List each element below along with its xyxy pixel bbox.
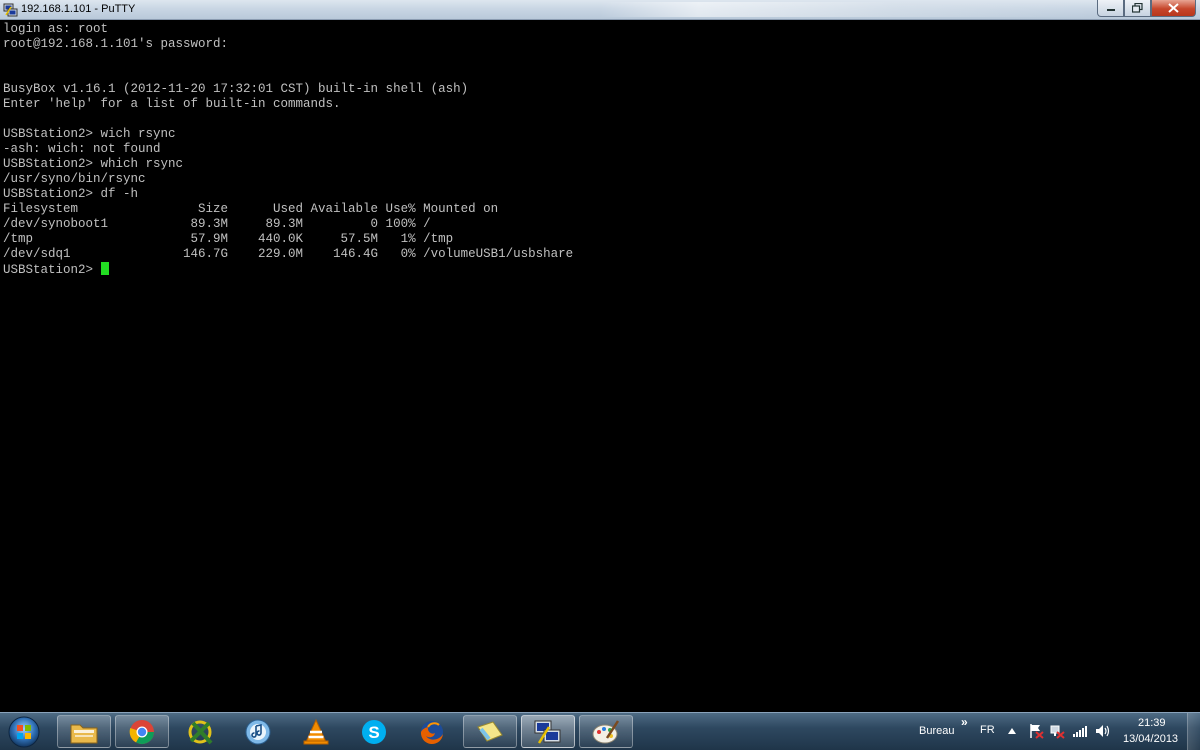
- clock-time[interactable]: 21:39: [1138, 717, 1166, 729]
- maximize-button[interactable]: [1124, 0, 1151, 17]
- volume-icon[interactable]: [1094, 723, 1110, 739]
- taskbar-paint[interactable]: [579, 715, 633, 748]
- taskbar-chrome[interactable]: [115, 715, 169, 748]
- chrome-icon: [129, 719, 154, 744]
- close-icon: [1168, 3, 1179, 13]
- show-desktop-button[interactable]: [1187, 713, 1200, 750]
- toolbar-chevron[interactable]: »: [961, 715, 968, 729]
- terminal-line: login as: root: [3, 22, 109, 36]
- window-title-bar[interactable]: 192.168.1.101 - PuTTY: [0, 0, 1200, 20]
- terminal-line: /dev/synoboot1 89.3M 89.3M 0 100% /: [3, 217, 431, 231]
- taskbar-app-x[interactable]: [173, 715, 227, 748]
- start-button[interactable]: [4, 715, 44, 748]
- tray-expand-icon[interactable]: [1008, 728, 1016, 734]
- taskbar: S Bureau » FR 21:39 13/04/2013: [0, 712, 1200, 750]
- notes-icon: [477, 720, 503, 742]
- putty-icon[interactable]: [3, 2, 18, 17]
- close-button[interactable]: [1151, 0, 1196, 17]
- window-title: 192.168.1.101 - PuTTY: [21, 3, 136, 15]
- minimize-icon: [1106, 9, 1115, 11]
- firefox-icon: [420, 720, 443, 744]
- terminal-prompt: USBStation2>: [3, 263, 101, 277]
- terminal-line: /tmp 57.9M 440.0K 57.5M 1% /tmp: [3, 232, 454, 246]
- folder-icon: [70, 724, 98, 743]
- language-indicator[interactable]: FR: [980, 724, 995, 736]
- terminal-output: login as: root root@192.168.1.101's pass…: [0, 20, 1190, 278]
- svg-text:S: S: [368, 723, 379, 742]
- action-center-icon[interactable]: [1028, 723, 1044, 739]
- terminal-line: /usr/syno/bin/rsync: [3, 172, 146, 186]
- terminal-line: Enter 'help' for a list of built-in comm…: [3, 97, 341, 111]
- taskbar-notes[interactable]: [463, 715, 517, 748]
- terminal-screen[interactable]: login as: root root@192.168.1.101's pass…: [0, 20, 1190, 712]
- taskbar-firefox[interactable]: [405, 715, 459, 748]
- minimize-button[interactable]: [1097, 0, 1124, 17]
- restore-icon: [1132, 3, 1143, 13]
- toolbar-bureau[interactable]: Bureau: [919, 725, 954, 737]
- vlc-icon: [303, 718, 329, 744]
- paint-icon: [592, 719, 620, 743]
- taskbar-explorer[interactable]: [57, 715, 111, 748]
- skype-icon: S: [362, 719, 386, 744]
- itunes-icon: [245, 719, 271, 744]
- clock-date[interactable]: 13/04/2013: [1123, 733, 1178, 745]
- network-warning-icon[interactable]: [1049, 723, 1065, 739]
- terminal-line: -ash: wich: not found: [3, 142, 161, 156]
- taskbar-vlc[interactable]: [289, 715, 343, 748]
- terminal-line: root@192.168.1.101's password:: [3, 37, 229, 51]
- terminal-cursor: [100, 262, 109, 275]
- terminal-scrollbar[interactable]: [1190, 20, 1200, 712]
- terminal-line: USBStation2> which rsync: [3, 157, 184, 171]
- x-logo-icon: [188, 720, 213, 744]
- terminal-line: /dev/sdq1 146.7G 229.0M 146.4G 0% /volum…: [3, 247, 574, 261]
- taskbar-putty[interactable]: [521, 715, 575, 748]
- terminal-line: BusyBox v1.16.1 (2012-11-20 17:32:01 CST…: [3, 82, 469, 96]
- putty-icon: [534, 720, 561, 744]
- taskbar-itunes[interactable]: [231, 715, 285, 748]
- title-bar-glass: [600, 2, 1090, 17]
- taskbar-skype[interactable]: S: [347, 715, 401, 748]
- terminal-line: USBStation2> wich rsync: [3, 127, 176, 141]
- terminal-line: Filesystem Size Used Available Use% Moun…: [3, 202, 499, 216]
- terminal-line: USBStation2> df -h: [3, 187, 139, 201]
- wifi-signal-icon[interactable]: [1072, 724, 1088, 738]
